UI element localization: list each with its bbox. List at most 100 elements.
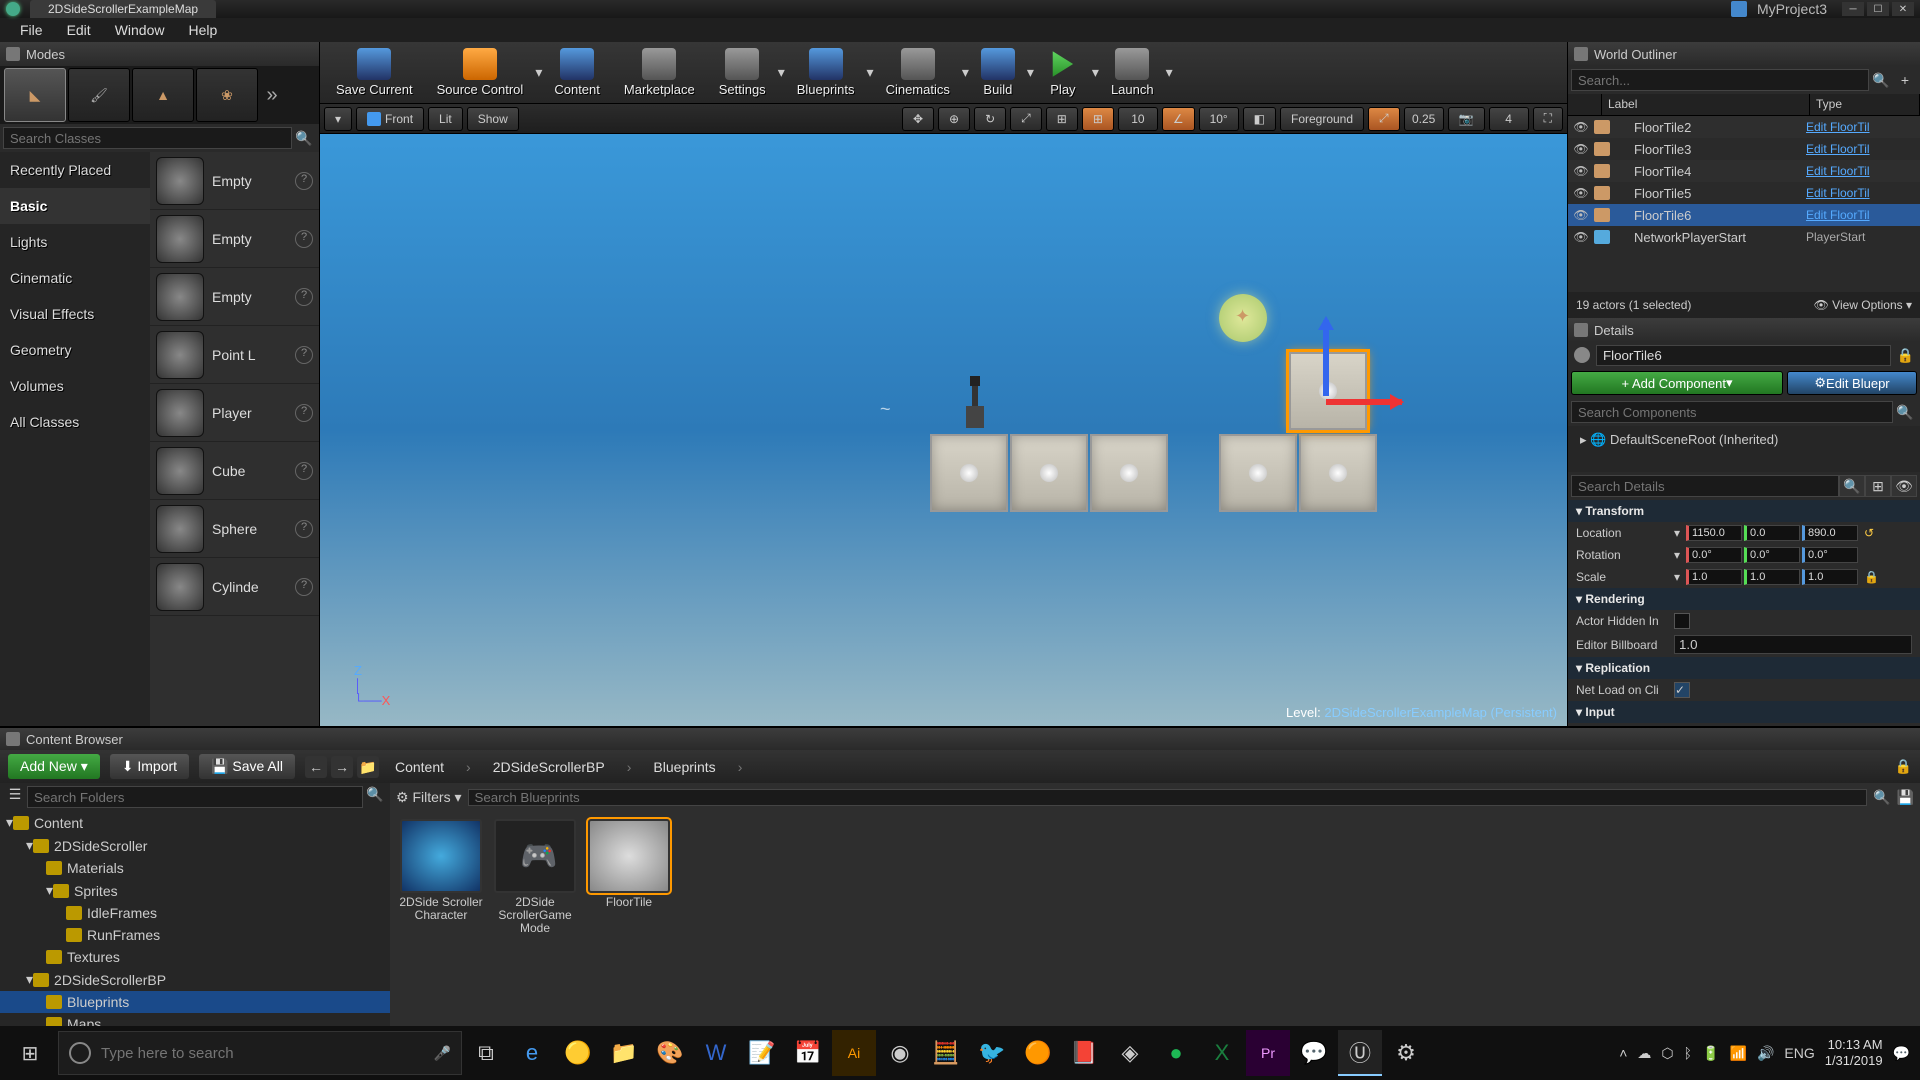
breadcrumb-bp[interactable]: 2DSideScrollerBP [487,759,611,775]
scale-snap-toggle[interactable]: ⤢ [1368,107,1400,131]
calendar-icon[interactable]: 📅 [786,1030,830,1076]
asset-item-selected[interactable]: FloorTile [586,819,672,939]
menu-help[interactable]: Help [176,19,229,41]
content-browser-header[interactable]: Content Browser [0,728,1920,750]
save-all-button[interactable]: 💾 Save All [199,754,295,779]
placer-item[interactable]: Point L? [150,326,319,384]
menu-file[interactable]: File [8,19,55,41]
outliner-row[interactable]: 👁NetworkPlayerStartPlayerStart [1568,226,1920,248]
calculator-icon[interactable]: 🧮 [924,1030,968,1076]
paint-icon[interactable]: 🎨 [648,1030,692,1076]
placer-item[interactable]: Cylinde? [150,558,319,616]
excel-icon[interactable]: X [1200,1030,1244,1076]
cat-basic[interactable]: Basic [0,188,150,224]
tree-node[interactable]: ▾Content [0,811,390,834]
dropdown-icon[interactable]: ▾ [1674,526,1680,540]
dropdown-icon[interactable]: ▾ [1166,64,1173,81]
scale-z[interactable] [1802,569,1858,585]
rotation-z[interactable] [1802,547,1858,563]
scale-snap-value[interactable]: 0.25 [1404,107,1444,131]
place-mode-tab[interactable]: ◣ [4,68,66,122]
tree-node[interactable]: Materials [0,857,390,879]
visibility-icon[interactable]: 👁 [1572,142,1590,156]
grid-snap-value[interactable]: 10 [1118,107,1158,131]
add-new-button[interactable]: Add New ▾ [8,754,100,779]
cat-visual-effects[interactable]: Visual Effects [0,296,150,332]
content-button[interactable]: Content [542,44,612,102]
reset-icon[interactable]: ↺ [1864,526,1874,540]
battery-icon[interactable]: 🔋 [1702,1045,1719,1062]
clock[interactable]: 10:13 AM 1/31/2019 [1825,1037,1883,1068]
viewport[interactable]: ~ Z│ └── X Level: 2DSideScrollerExampleM… [320,134,1567,726]
rotation-y[interactable] [1744,547,1800,563]
volume-icon[interactable]: 🔊 [1757,1045,1774,1062]
actor-type[interactable]: Edit FloorTil [1806,142,1916,156]
actor-type[interactable]: Edit FloorTil [1806,208,1916,222]
scale-y[interactable] [1744,569,1800,585]
floor-tile[interactable] [1010,434,1088,512]
foliage-mode-tab[interactable]: ❀ [196,68,258,122]
asset-item[interactable]: 2DSide Scroller Character [398,819,484,939]
menu-window[interactable]: Window [103,19,177,41]
search-icon[interactable]: 🔍 [1893,401,1917,423]
info-icon[interactable]: ? [295,404,313,422]
rotation-x[interactable] [1686,547,1742,563]
search-icon[interactable]: 🔍 [1839,475,1865,497]
snap-toggle[interactable]: ⊞ [1046,107,1078,131]
placer-item[interactable]: Cube? [150,442,319,500]
dropdown-icon[interactable]: ▾ [1674,570,1680,584]
section-rendering[interactable]: ▾ Rendering [1568,588,1920,610]
location-x[interactable] [1686,525,1742,541]
app-icon[interactable]: ⚙ [1384,1030,1428,1076]
actor-type[interactable]: Edit FloorTil [1806,120,1916,134]
menu-edit[interactable]: Edit [55,19,103,41]
tree-node[interactable]: ▾2DSideScroller [0,834,390,857]
outliner-row[interactable]: 👁FloorTile4Edit FloorTil [1568,160,1920,182]
dropdown-icon[interactable]: ▾ [778,64,785,81]
floor-tile[interactable] [930,434,1008,512]
bluetooth-icon[interactable]: ᛒ [1684,1045,1692,1061]
camera-speed-icon[interactable]: 📷 [1448,107,1485,131]
add-icon[interactable]: + [1893,69,1917,91]
netload-checkbox[interactable]: ✓ [1674,682,1690,698]
floor-tile[interactable] [1299,434,1377,512]
placer-item[interactable]: Sphere? [150,500,319,558]
edge-icon[interactable]: e [510,1030,554,1076]
cat-lights[interactable]: Lights [0,224,150,260]
taskbar-search-input[interactable] [101,1045,424,1062]
hidden-checkbox[interactable] [1674,613,1690,629]
visibility-icon[interactable]: 👁 [1572,208,1590,222]
notifications-icon[interactable]: 💬 [1893,1045,1910,1062]
eye-icon[interactable]: 👁 [1891,475,1917,497]
viewport-options-dropdown[interactable]: ▾ [324,107,352,131]
search-folders-input[interactable] [27,786,363,808]
col-type[interactable]: Type [1810,94,1920,115]
sun-actor[interactable] [1219,294,1267,342]
breadcrumb-blueprints[interactable]: Blueprints [647,759,721,775]
close-button[interactable]: ✕ [1892,2,1914,16]
tray-expand-icon[interactable]: ˄ [1619,1045,1627,1061]
placer-item[interactable]: Empty? [150,268,319,326]
col-label[interactable]: Label [1602,94,1810,115]
add-component-button[interactable]: + Add Component ▾ [1571,371,1783,395]
modes-header[interactable]: Modes [0,42,319,66]
billboard-input[interactable] [1674,635,1912,654]
breadcrumb-content[interactable]: Content [389,759,450,775]
chrome-icon[interactable]: 🟡 [556,1030,600,1076]
save-current-button[interactable]: Save Current [324,44,425,102]
info-icon[interactable]: ? [295,172,313,190]
visibility-icon[interactable]: 👁 [1572,186,1590,200]
cat-geometry[interactable]: Geometry [0,332,150,368]
language-indicator[interactable]: ENG [1784,1045,1814,1061]
steam-icon[interactable]: ◉ [878,1030,922,1076]
tree-node[interactable]: IdleFrames [0,902,390,924]
search-details-input[interactable] [1571,475,1839,497]
spotify-icon[interactable]: ● [1154,1030,1198,1076]
nav-folder[interactable]: 📁 [357,756,379,778]
coord-space[interactable]: ⊕ [938,107,970,131]
dropdown-icon[interactable]: ▾ [535,64,542,81]
location-y[interactable] [1744,525,1800,541]
lock-scale-icon[interactable]: 🔒 [1864,570,1879,584]
nav-forward[interactable]: → [331,756,353,778]
cat-cinematic[interactable]: Cinematic [0,260,150,296]
